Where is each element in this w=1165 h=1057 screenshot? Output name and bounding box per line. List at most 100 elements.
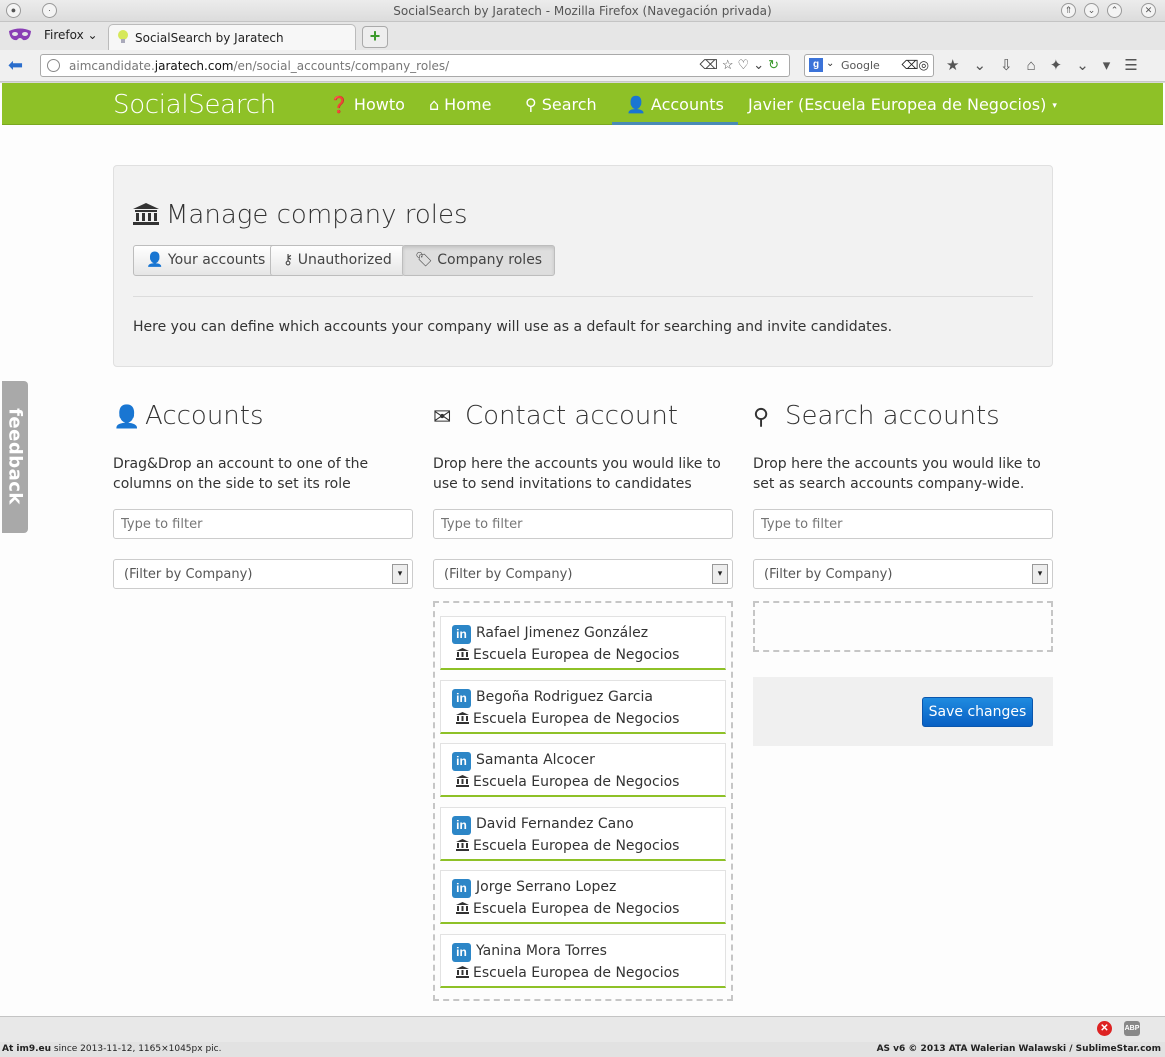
window-minimize-icon[interactable]: ⌄	[1084, 3, 1099, 18]
feedback-tab[interactable]: feedback	[2, 381, 28, 533]
caret-down-icon: ▾	[1052, 101, 1057, 111]
url-tools[interactable]: ⌫☆♡⌄↻	[700, 57, 784, 73]
tab-your-accounts[interactable]: 👤 Your accounts	[133, 245, 279, 276]
bank-icon	[456, 839, 469, 851]
account-name: Rafael Jimenez González	[476, 625, 649, 641]
account-card[interactable]: in Begoña Rodriguez Garcia Escuela Europ…	[440, 680, 726, 734]
account-card[interactable]: in David Fernandez Cano Escuela Europea …	[440, 807, 726, 861]
binoculars-icon[interactable]: ⌫◎	[902, 58, 929, 72]
account-card[interactable]: in Rafael Jimenez González Escuela Europ…	[440, 616, 726, 670]
chevron-down-icon[interactable]: ⌄	[826, 58, 834, 69]
account-company: Escuela Europea de Negocios	[456, 965, 679, 981]
bank-icon	[456, 775, 469, 787]
search-icon: ⚲	[753, 405, 770, 430]
envelope-icon: ✉	[433, 405, 452, 430]
browser-statusbar: ✕ ABP	[0, 1016, 1165, 1042]
tab-company-roles[interactable]: 🏷 Company roles	[402, 245, 556, 276]
save-changes-button[interactable]: Save changes	[922, 697, 1033, 727]
window-close-icon[interactable]: ✕	[1141, 3, 1156, 18]
window-maximize-icon[interactable]: ⌃	[1107, 3, 1122, 18]
contact-filter-input[interactable]	[433, 509, 733, 539]
search-filter-input[interactable]	[753, 509, 1053, 539]
nav-home[interactable]: ⌂ Home	[429, 95, 491, 114]
account-name: Yanina Mora Torres	[476, 943, 607, 959]
nav-search[interactable]: ⚲ Search	[525, 95, 597, 114]
bank-icon	[456, 902, 469, 914]
keys-icon: ⚷	[283, 252, 294, 268]
account-name: Jorge Serrano Lopez	[476, 879, 617, 895]
app-navbar: SocialSearch ❓ Howto ⌂ Home ⚲ Search 👤 Accou…	[2, 83, 1163, 125]
caption-left: At im9.eu since 2013-11-12, 1165×1045px …	[2, 1044, 222, 1054]
select-arrow-icon: ▾	[712, 564, 728, 584]
account-name: Begoña Rodriguez Garcia	[476, 689, 653, 705]
linkedin-icon: in	[452, 752, 471, 771]
accounts-company-filter[interactable]: (Filter by Company) ▾	[113, 559, 413, 589]
reload-icon[interactable]: ↻	[768, 57, 783, 72]
url-text: aimcandidate.jaratech.com/en/social_acco…	[69, 59, 450, 73]
new-tab-button[interactable]: +	[362, 26, 388, 48]
linkedin-icon: in	[452, 879, 471, 898]
page-title: Manage company roles	[133, 200, 468, 230]
search-company-filter[interactable]: (Filter by Company) ▾	[753, 559, 1053, 589]
linkedin-icon: in	[452, 689, 471, 708]
accounts-column-description: Drag&Drop an account to one of the colum…	[113, 456, 369, 492]
company-roles-panel: Manage company roles 👤 Your accounts ⚷ U…	[113, 165, 1053, 367]
tag-icon: 🏷	[415, 252, 433, 268]
lightbulb-icon	[118, 30, 128, 43]
google-icon: g	[809, 58, 823, 72]
search-column: ⚲ Search accounts Drop here the accounts …	[753, 401, 1053, 589]
nav-user-menu[interactable]: Javier (Escuela Europea de Negocios) ▾	[748, 95, 1057, 114]
account-company: Escuela Europea de Negocios	[456, 774, 679, 790]
chevron-down-icon: ⌄	[87, 28, 98, 42]
nav-accounts[interactable]: 👤 Accounts	[612, 95, 738, 125]
contact-dropzone[interactable]: in Rafael Jimenez González Escuela Europ…	[433, 601, 733, 1001]
select-arrow-icon: ▾	[392, 564, 408, 584]
search-engine-name: Google	[841, 59, 880, 72]
url-bar[interactable]: aimcandidate.jaratech.com/en/social_acco…	[40, 54, 790, 77]
private-browsing-mask-icon	[9, 28, 31, 41]
account-company: Escuela Europea de Negocios	[456, 901, 679, 917]
user-icon: 👤	[146, 252, 164, 268]
search-icon: ⚲	[525, 95, 537, 114]
question-circle-icon: ❓	[329, 95, 349, 114]
adblock-icon[interactable]: ABP	[1124, 1021, 1140, 1036]
contact-column: ✉ Contact account Drop here the accounts …	[433, 401, 733, 589]
contact-company-filter[interactable]: (Filter by Company) ▾	[433, 559, 733, 589]
search-engine-bar[interactable]: g ⌄ Google ⌫◎	[804, 54, 934, 77]
tab-bar: Firefox ⌄ SocialSearch by Jaratech +	[0, 22, 1165, 50]
linkedin-icon: in	[452, 943, 471, 962]
save-area: Save changes	[753, 677, 1053, 746]
tab-title: SocialSearch by Jaratech	[135, 31, 284, 45]
window-titlebar: ● · SocialSearch by Jaratech - Mozilla F…	[0, 0, 1165, 22]
account-card[interactable]: in Jorge Serrano Lopez Escuela Europea d…	[440, 870, 726, 924]
accounts-filter-input[interactable]	[113, 509, 413, 539]
account-company: Escuela Europea de Negocios	[456, 647, 679, 663]
account-name: David Fernandez Cano	[476, 816, 634, 832]
bank-icon	[456, 966, 469, 978]
account-company: Escuela Europea de Negocios	[456, 838, 679, 854]
error-icon[interactable]: ✕	[1097, 1021, 1112, 1036]
window-shade-icon[interactable]: ⇑	[1061, 3, 1076, 18]
tab-unauthorized[interactable]: ⚷ Unauthorized	[270, 245, 405, 276]
account-card[interactable]: in Yanina Mora Torres Escuela Europea de…	[440, 934, 726, 988]
contact-column-description: Drop here the accounts you would like to…	[433, 456, 721, 492]
bank-icon	[456, 648, 469, 660]
toolbar-icons[interactable]: ★⌄⇩⌂✦⌄▾☰	[946, 56, 1152, 74]
window-title: SocialSearch by Jaratech - Mozilla Firef…	[393, 4, 772, 18]
user-icon: 👤	[113, 405, 141, 430]
contact-column-title: ✉ Contact account	[433, 401, 679, 431]
page-content: SocialSearch ❓ Howto ⌂ Home ⚲ Search 👤 Accou…	[0, 83, 1165, 1016]
search-dropzone[interactable]	[753, 601, 1053, 652]
caption-right: AS v6 © 2013 ATA Walerian Walawski / Sub…	[876, 1044, 1161, 1054]
browser-toolbar: ⬅ aimcandidate.jaratech.com/en/social_ac…	[0, 50, 1165, 82]
back-arrow-icon[interactable]: ⬅	[8, 56, 30, 76]
account-card[interactable]: in Samanta Alcocer Escuela Europea de Ne…	[440, 743, 726, 797]
home-icon: ⌂	[429, 95, 440, 114]
nav-howto[interactable]: ❓ Howto	[329, 95, 405, 114]
panel-description: Here you can define which accounts your …	[133, 319, 893, 335]
browser-tab[interactable]: SocialSearch by Jaratech	[108, 24, 356, 50]
brand-logo[interactable]: SocialSearch	[113, 90, 276, 120]
account-company: Escuela Europea de Negocios	[456, 711, 679, 727]
firefox-menu-button[interactable]: Firefox ⌄	[44, 28, 98, 42]
panel-divider	[133, 296, 1033, 297]
